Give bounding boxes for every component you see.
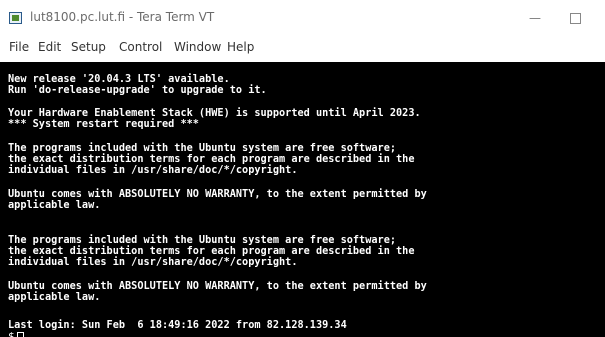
terminal-line: *** System restart required *** — [8, 117, 199, 130]
window-title: lut8100.pc.lut.fi - Tera Term VT — [30, 10, 215, 24]
maximize-icon — [569, 13, 581, 24]
shell-prompt: $ — [8, 330, 15, 337]
maximize-button[interactable] — [560, 8, 590, 28]
teraterm-app-icon[interactable] — [9, 12, 22, 24]
menu-edit[interactable]: Edit — [38, 40, 61, 54]
terminal-line: individual files in /usr/share/doc/*/cop… — [8, 163, 298, 176]
menu-control[interactable]: Control — [119, 40, 162, 54]
title-bar[interactable]: lut8100.pc.lut.fi - Tera Term VT — — [0, 0, 605, 40]
menu-window[interactable]: Window — [174, 40, 221, 54]
menu-help[interactable]: Help — [227, 40, 254, 54]
terminal-screen[interactable]: New release '20.04.3 LTS' available. Run… — [0, 62, 605, 337]
text-cursor — [16, 332, 24, 337]
menu-file[interactable]: File — [9, 40, 29, 54]
prompt-line: $ — [8, 331, 24, 337]
terminal-line: applicable law. — [8, 290, 101, 303]
terminal-line: Last login: Sun Feb 6 18:49:16 2022 from… — [8, 318, 347, 331]
terminal-line: Run 'do-release-upgrade' to upgrade to i… — [8, 83, 267, 96]
menu-bar: File Edit Setup Control Window Help — [0, 38, 605, 60]
terminal-line: applicable law. — [8, 198, 101, 211]
menu-setup[interactable]: Setup — [71, 40, 106, 54]
minimize-button[interactable]: — — [520, 8, 550, 28]
terminal-line: individual files in /usr/share/doc/*/cop… — [8, 255, 298, 268]
